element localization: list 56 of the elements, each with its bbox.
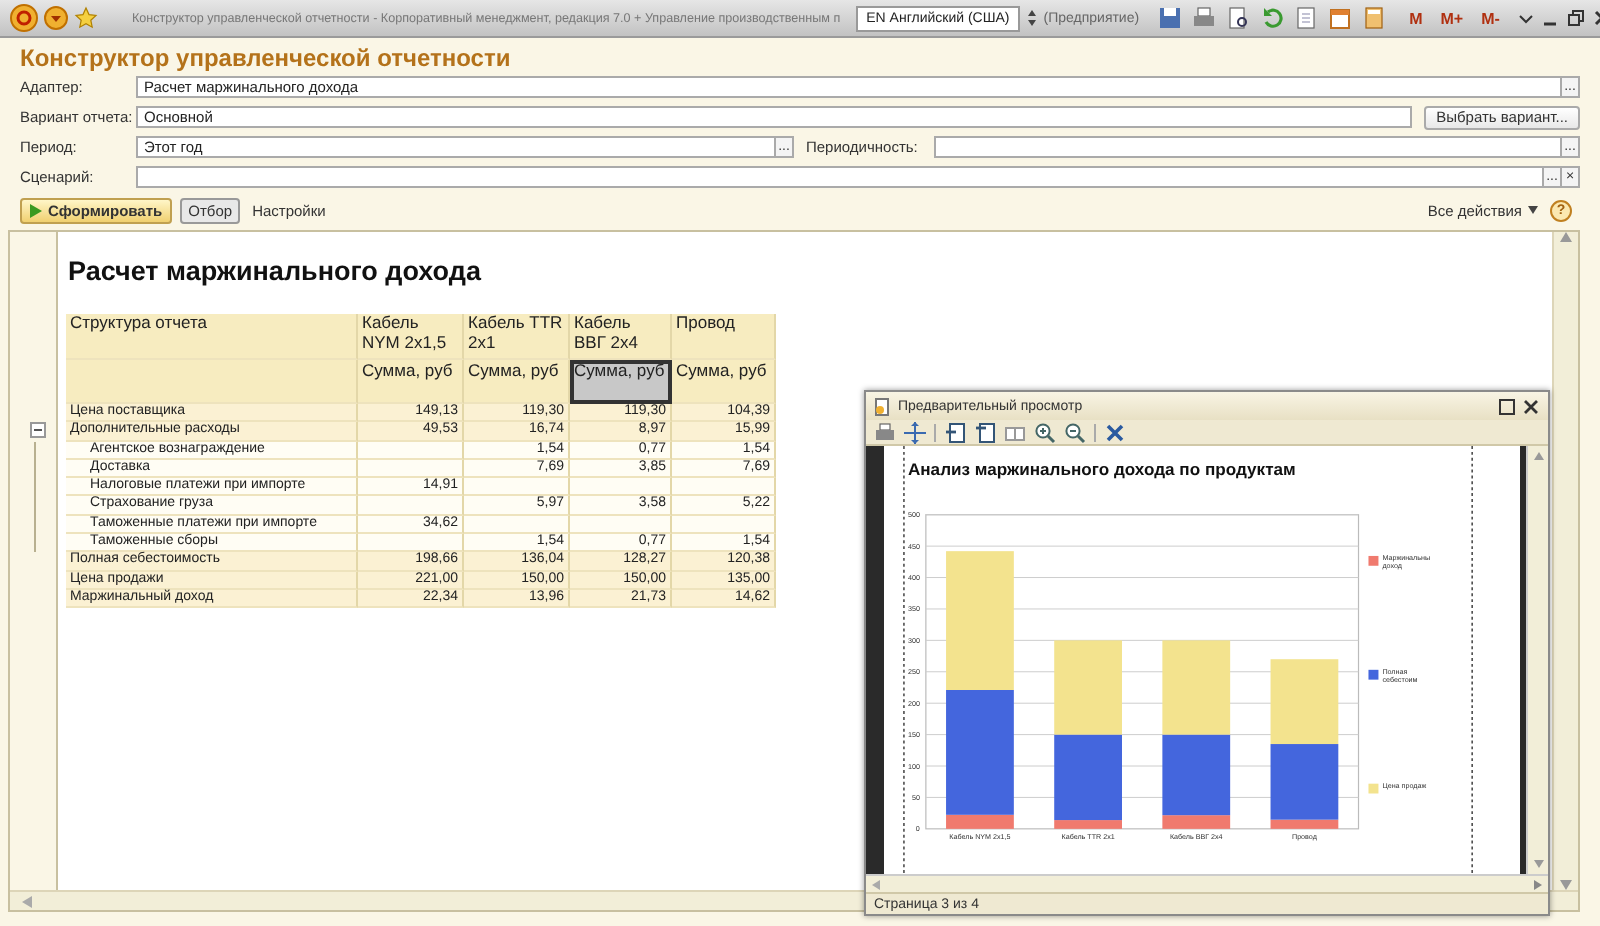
scroll-up-icon[interactable] (1560, 232, 1572, 242)
calendar-icon[interactable] (1327, 6, 1352, 30)
column-header[interactable]: Сумма, руб (672, 360, 776, 404)
book-icon[interactable] (1004, 421, 1026, 443)
scroll-down-icon[interactable] (1533, 860, 1543, 868)
printer-icon[interactable] (1191, 6, 1216, 30)
chart-bar (1270, 659, 1339, 745)
column-header: Структура отчета (66, 314, 358, 360)
scenario-field[interactable] (136, 166, 1544, 188)
refresh-icon[interactable] (1259, 6, 1284, 30)
column-header: Провод (672, 314, 776, 360)
column-header: Кабель NYM 2x1,5 (358, 314, 464, 360)
caret-icon (1528, 206, 1538, 214)
logo-icon (10, 4, 38, 32)
column-header[interactable]: Сумма, руб (570, 360, 672, 404)
column-header[interactable]: Сумма, руб (358, 360, 464, 404)
preview-icon (874, 397, 892, 415)
horizontal-scrollbar[interactable] (866, 874, 1548, 892)
close-icon[interactable] (1522, 397, 1540, 415)
scroll-right-icon[interactable] (1534, 879, 1542, 889)
chart-bar (1054, 640, 1122, 735)
zoom-out-icon[interactable] (1064, 421, 1086, 443)
chart-bar (946, 551, 1014, 690)
periodicity-field[interactable] (933, 136, 1562, 158)
report-title: Расчет маржинального дохода (68, 256, 481, 286)
memory-button[interactable]: M- (1475, 9, 1506, 27)
caret-icon[interactable] (1517, 10, 1534, 26)
preview-icon[interactable] (1225, 6, 1250, 30)
page-back-icon[interactable] (944, 421, 966, 443)
vertical-scrollbar[interactable] (1552, 232, 1578, 890)
chart-bar (1162, 640, 1231, 735)
zoom-in-icon[interactable] (1034, 421, 1056, 443)
maximize-icon[interactable] (1498, 397, 1516, 415)
scroll-up-icon[interactable] (1533, 452, 1543, 460)
scroll-left-icon[interactable] (22, 895, 32, 907)
memory-button[interactable]: M (1403, 9, 1429, 27)
move-icon[interactable] (904, 421, 926, 443)
printer-icon[interactable] (874, 421, 896, 443)
window-title: Конструктор управленческой отчетности (18, 42, 511, 72)
document-icon[interactable] (1293, 6, 1318, 30)
column-header[interactable]: Сумма, руб (464, 360, 570, 404)
calculator-icon[interactable] (1361, 6, 1386, 30)
vertical-scrollbar[interactable] (1526, 446, 1548, 874)
dropdown-icon[interactable] (44, 6, 68, 30)
star-icon[interactable] (74, 6, 98, 30)
memory-button[interactable]: M+ (1434, 9, 1470, 27)
spin-icon[interactable] (1025, 6, 1038, 30)
scroll-left-icon[interactable] (872, 879, 880, 889)
chart-title: Анализ маржинального дохода по продуктам (907, 459, 1296, 480)
restore-icon[interactable] (1565, 8, 1586, 28)
page-forward-icon[interactable] (974, 421, 996, 443)
close-icon[interactable] (1104, 421, 1126, 443)
column-header: Кабель TTR 2x1 (464, 314, 570, 360)
collapse-icon[interactable] (30, 422, 46, 439)
play-icon (30, 203, 42, 217)
column-header: Кабель ВВГ 2x4 (570, 314, 672, 360)
